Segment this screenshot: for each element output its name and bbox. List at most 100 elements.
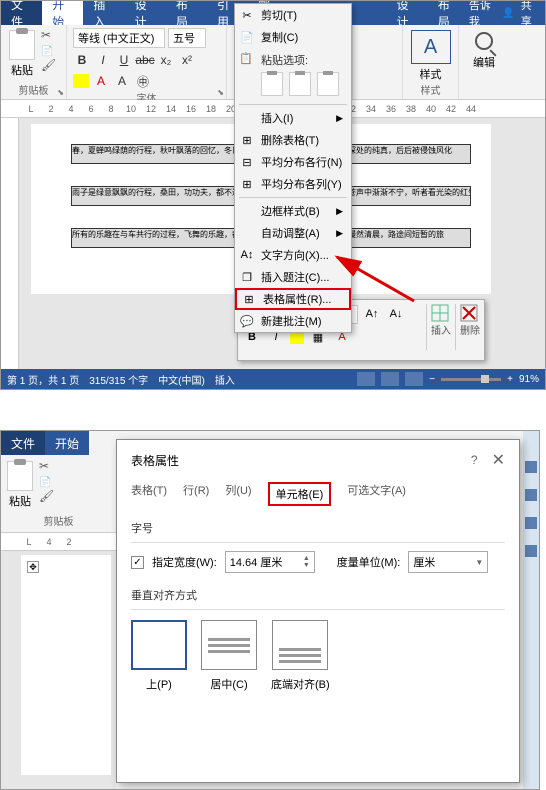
preferred-width-checkbox[interactable] xyxy=(131,556,144,569)
paste-keep-format-icon[interactable] xyxy=(261,72,283,96)
subscript-button[interactable]: x₂ xyxy=(157,51,175,69)
zoom-out-button[interactable]: − xyxy=(429,374,435,385)
styles-gallery[interactable] xyxy=(411,30,451,64)
dist-rows-icon: ⊟ xyxy=(239,156,255,169)
tab-layout[interactable]: 布局 xyxy=(166,1,207,25)
spinner-icon[interactable]: ▲▼ xyxy=(303,555,310,569)
caption-icon: ❐ xyxy=(239,271,255,284)
grow-font-icon[interactable]: A↑ xyxy=(362,304,382,324)
ctx-paste-options: 📋 粘贴选项: xyxy=(235,48,351,102)
ctx-insert[interactable]: 插入(I)▶ xyxy=(235,107,351,129)
valign-bottom-option[interactable] xyxy=(272,620,328,670)
ctx-border-style[interactable]: 边框样式(B)▶ xyxy=(235,200,351,222)
ctx-table-properties[interactable]: ⊞表格属性(R)... xyxy=(235,288,351,310)
cut-icon[interactable] xyxy=(41,28,56,42)
tab-file[interactable]: 文件 xyxy=(1,431,45,455)
table-cell[interactable]: 雨子是绿意飘飘的行程，桑田，功功夫，都不过代表着主感受 xyxy=(71,186,251,206)
ctx-delete-table[interactable]: ⊞删除表格(T) xyxy=(235,129,351,151)
paste-icon[interactable] xyxy=(7,461,33,491)
find-icon[interactable] xyxy=(475,32,493,50)
table-cell[interactable]: 春气漫然清晨，路途间短暂的旅 xyxy=(331,228,471,248)
tab-table[interactable]: 表格(T) xyxy=(131,482,167,506)
ctx-new-comment[interactable]: 💬新建批注(M) xyxy=(235,310,351,332)
tab-home[interactable]: 开始 xyxy=(45,431,89,455)
ctx-text-direction[interactable]: A↕文字方向(X)... xyxy=(235,244,351,266)
format-painter-icon[interactable]: 🖌 xyxy=(41,58,56,72)
cut-icon[interactable] xyxy=(39,459,54,473)
font-color-button[interactable]: A xyxy=(92,72,110,90)
status-words[interactable]: 315/315 个字 xyxy=(89,372,148,387)
tab-file[interactable]: 文件 xyxy=(1,1,42,25)
ctx-cut[interactable]: ✂剪切(T) xyxy=(235,4,351,26)
view-print-icon[interactable] xyxy=(381,372,399,386)
chevron-right-icon: ▶ xyxy=(336,206,343,217)
ribbon-group-editing: 编辑 xyxy=(459,25,509,99)
zoom-in-button[interactable]: + xyxy=(507,374,513,385)
zoom-level[interactable]: 91% xyxy=(519,374,539,385)
table-cell[interactable]: 春，夏蝉鸣绿荫的行程，秋叶飘落的回忆，冬日里三梅花绽放的清香 xyxy=(71,144,251,164)
copy-icon[interactable] xyxy=(41,43,56,57)
tab-insert[interactable]: 插入 xyxy=(83,1,124,25)
properties-icon: ⊞ xyxy=(241,293,257,306)
tab-table-design[interactable]: 设计 xyxy=(387,1,428,25)
shrink-font-icon[interactable]: A↓ xyxy=(386,304,406,324)
table-cell[interactable]: 心灵深处的纯真，后后被侵蚀风化 xyxy=(331,144,471,164)
tab-table-layout[interactable]: 布局 xyxy=(428,1,469,25)
close-button[interactable]: ✕ xyxy=(492,450,505,470)
char-shading-button[interactable]: A xyxy=(113,72,131,90)
paste-label: 粘贴 xyxy=(7,62,37,78)
ctx-distribute-cols[interactable]: ⊞平均分布各列(Y) xyxy=(235,173,351,195)
paste-text-only-icon[interactable] xyxy=(317,72,339,96)
status-mode[interactable]: 插入 xyxy=(215,372,235,387)
format-painter-icon[interactable]: 🖌 xyxy=(39,489,54,503)
tab-home[interactable]: 开始 xyxy=(42,1,83,25)
italic-button[interactable]: I xyxy=(94,51,112,69)
font-size-select[interactable]: 五号 xyxy=(168,28,206,48)
tab-design[interactable]: 设计 xyxy=(125,1,166,25)
tab-alt-text[interactable]: 可选文字(A) xyxy=(347,482,406,506)
valign-top-option[interactable] xyxy=(131,620,187,670)
group-label-styles: 样式 xyxy=(409,82,452,99)
enclose-char-button[interactable]: ㊥ xyxy=(134,72,152,90)
tab-cell[interactable]: 单元格(E) xyxy=(268,482,332,506)
valign-center-option[interactable] xyxy=(201,620,257,670)
ctx-autofit[interactable]: 自动调整(A)▶ xyxy=(235,222,351,244)
table-cell[interactable]: 所有的乐趣在与车共行的过程，飞舞的乐趣，都在被微笑 xyxy=(71,228,251,248)
underline-button[interactable]: U xyxy=(115,51,133,69)
status-page[interactable]: 第 1 页，共 1 页 xyxy=(7,372,79,387)
view-read-icon[interactable] xyxy=(357,372,375,386)
table-cell[interactable]: 清白苍声中渐渐不宁，听者看光染的红生 xyxy=(331,186,471,206)
share-icon xyxy=(502,7,514,19)
dialog-launcher-icon[interactable]: ⬊ xyxy=(217,88,224,97)
page[interactable]: ✥ xyxy=(21,555,111,775)
dialog-launcher-icon[interactable]: ⬊ xyxy=(57,88,64,97)
chevron-right-icon: ▶ xyxy=(336,228,343,239)
tab-row[interactable]: 行(R) xyxy=(183,482,209,506)
view-web-icon[interactable] xyxy=(405,372,423,386)
ctx-insert-caption[interactable]: ❐插入题注(C)... xyxy=(235,266,351,288)
insert-table-icon[interactable] xyxy=(431,304,449,322)
mini-insert-label: 插入 xyxy=(431,322,451,337)
superscript-button[interactable]: x² xyxy=(178,51,196,69)
strike-button[interactable]: abc xyxy=(136,51,154,69)
bold-button[interactable]: B xyxy=(73,51,91,69)
paste-merge-format-icon[interactable] xyxy=(289,72,311,96)
ctx-copy[interactable]: 📄复制(C) xyxy=(235,26,351,48)
ctx-distribute-rows[interactable]: ⊟平均分布各行(N) xyxy=(235,151,351,173)
tab-column[interactable]: 列(U) xyxy=(225,482,251,506)
measure-unit-select[interactable]: 厘米 ▼ xyxy=(408,551,488,573)
table-move-handle[interactable]: ✥ xyxy=(27,561,39,573)
zoom-slider[interactable] xyxy=(441,378,501,381)
vertical-ruler[interactable] xyxy=(1,118,19,369)
ribbon-partial: 粘贴 🖌 剪贴板 xyxy=(1,455,116,533)
help-button[interactable]: ? xyxy=(471,453,478,467)
horizontal-ruler[interactable]: L42 xyxy=(1,533,116,551)
dist-cols-icon: ⊞ xyxy=(239,178,255,191)
paste-icon[interactable] xyxy=(9,30,35,60)
preferred-width-input[interactable]: 14.64 厘米 ▲▼ xyxy=(225,551,315,573)
status-language[interactable]: 中文(中国) xyxy=(158,372,205,387)
copy-icon[interactable] xyxy=(39,474,54,488)
highlight-button[interactable] xyxy=(73,74,89,88)
font-name-select[interactable]: 等线 (中文正文) xyxy=(73,28,165,48)
delete-table-icon[interactable] xyxy=(460,304,478,322)
